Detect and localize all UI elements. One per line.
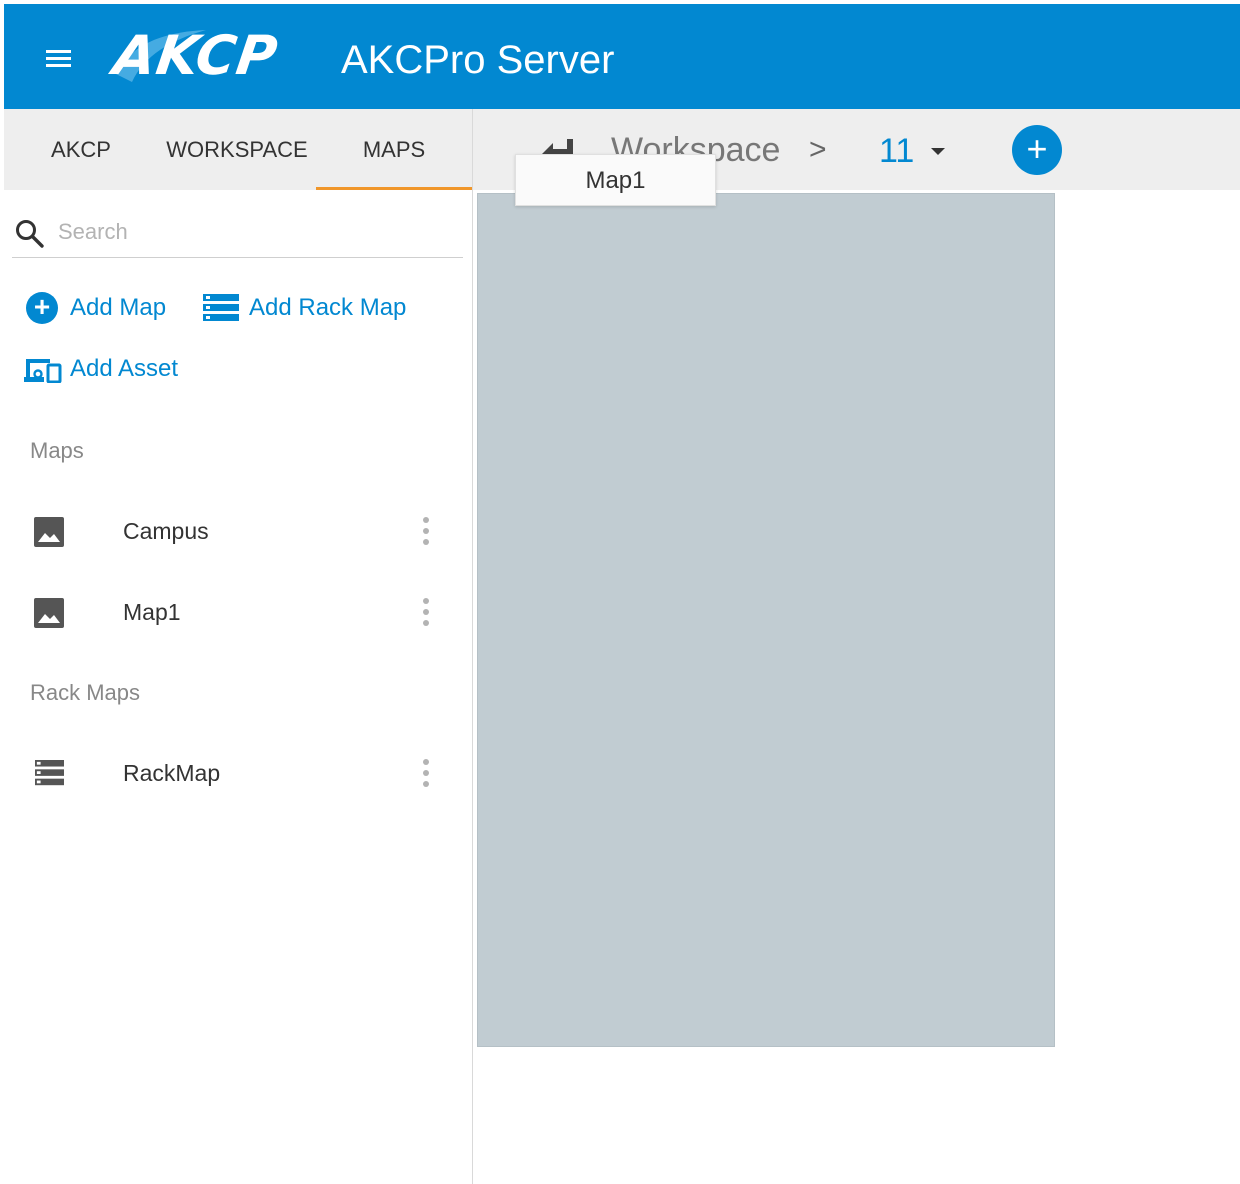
chevron-down-icon[interactable] <box>931 148 945 155</box>
sidebar-tabs: AKCP WORKSPACE MAPS <box>4 109 472 190</box>
plus-circle-icon: + <box>26 292 58 324</box>
search-icon <box>16 220 44 248</box>
search-bar <box>12 206 463 258</box>
tab-maps[interactable]: MAPS <box>316 109 472 190</box>
hamburger-menu-icon[interactable] <box>42 44 76 74</box>
map-item-campus[interactable]: Campus <box>12 499 463 563</box>
sidebar-divider <box>472 109 473 1184</box>
add-asset-button[interactable]: Add Asset <box>24 351 184 387</box>
add-rack-map-button[interactable]: Add Rack Map <box>203 290 408 326</box>
app-header: AKCP AKCPro Server <box>4 4 1240 109</box>
add-asset-label: Add Asset <box>70 355 179 382</box>
tab-workspace[interactable]: WORKSPACE <box>154 109 320 190</box>
more-vert-icon[interactable] <box>416 594 436 630</box>
add-map-button[interactable]: + Add Map <box>26 290 171 326</box>
map-item-label: Campus <box>123 518 209 544</box>
add-rack-map-label: Add Rack Map <box>249 294 407 321</box>
more-vert-icon[interactable] <box>416 513 436 549</box>
more-vert-icon[interactable] <box>416 755 436 791</box>
tab-akcp[interactable]: AKCP <box>32 109 130 190</box>
breadcrumb-separator: > <box>809 133 827 166</box>
image-icon <box>34 517 64 547</box>
map-canvas[interactable] <box>477 193 1055 1047</box>
rack-icon <box>35 760 64 786</box>
add-map-label: Add Map <box>70 294 167 321</box>
rack-map-item-rackmap[interactable]: RackMap <box>12 741 463 805</box>
breadcrumb-current-dropdown[interactable]: 11 <box>879 131 914 171</box>
akcp-logo: AKCP <box>109 22 330 87</box>
devices-icon <box>24 359 62 383</box>
search-input[interactable] <box>58 214 458 250</box>
rack-maps-section-title: Rack Maps <box>30 680 141 705</box>
image-icon <box>34 598 64 628</box>
add-button[interactable]: + <box>1012 125 1062 175</box>
app-title: AKCPro Server <box>341 38 615 82</box>
logo-text: AKCP <box>109 24 282 87</box>
rack-map-item-label: RackMap <box>123 760 221 786</box>
map-item-map1[interactable]: Map1 <box>12 580 463 644</box>
map-item-label: Map1 <box>123 599 181 625</box>
rack-icon <box>203 294 239 321</box>
maps-section-title: Maps <box>30 438 84 463</box>
map-tooltip: Map1 <box>515 154 716 206</box>
